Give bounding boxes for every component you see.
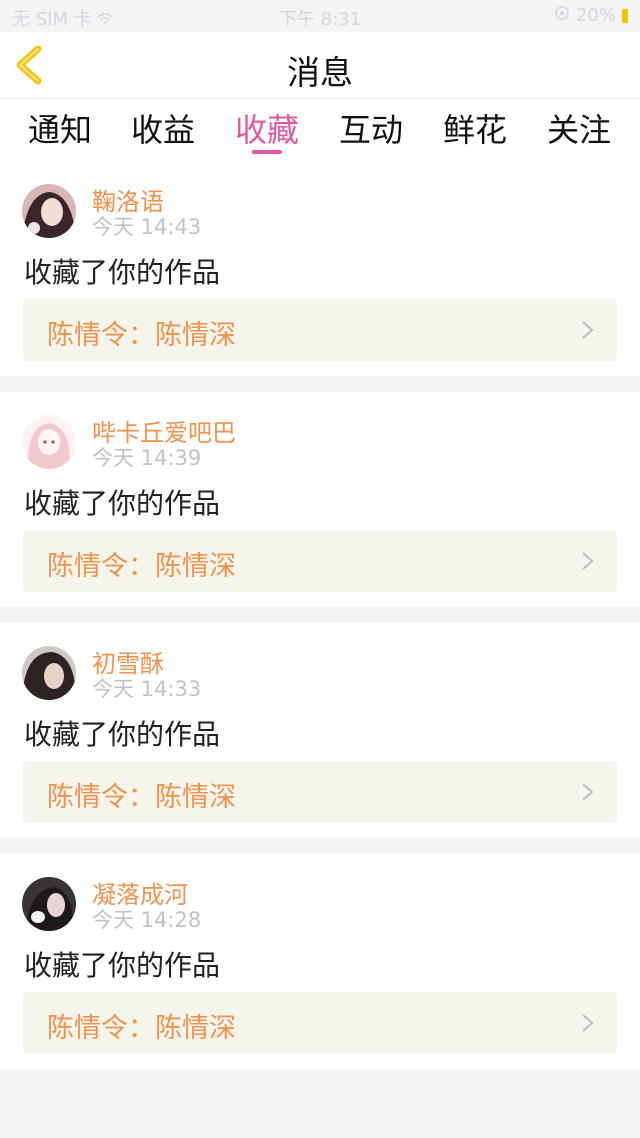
- timestamp: 今天 14:43: [92, 215, 202, 239]
- action-text: 收藏了你的作品: [24, 949, 221, 982]
- timestamp: 今天 14:33: [92, 677, 202, 701]
- active-tab-indicator: [252, 150, 282, 154]
- timestamp: 今天 14:39: [92, 446, 202, 470]
- action-text: 收藏了你的作品: [24, 256, 221, 289]
- work-link[interactable]: 陈情令：陈情深: [23, 299, 617, 361]
- action-text: 收藏了你的作品: [24, 487, 221, 520]
- status-right: 20%: [554, 5, 628, 26]
- tab-flowers[interactable]: 鲜花: [423, 105, 527, 151]
- chevron-right-icon: [582, 321, 594, 339]
- status-time: 下午 8:31: [278, 9, 362, 30]
- tab-notifications[interactable]: 通知: [8, 105, 112, 151]
- work-title: 陈情令：陈情深: [47, 551, 236, 582]
- battery-percent: 20%: [575, 5, 616, 26]
- tab-favorites[interactable]: 收藏: [215, 105, 319, 154]
- chevron-right-icon: [582, 552, 594, 570]
- message-card: 凝落成河 今天 14:28 收藏了你的作品 陈情令：陈情深: [0, 854, 640, 1069]
- work-link[interactable]: 陈情令：陈情深: [23, 530, 617, 592]
- work-title: 陈情令：陈情深: [47, 320, 236, 351]
- work-link[interactable]: 陈情令：陈情深: [23, 761, 617, 823]
- orientation-lock-icon: [554, 5, 570, 26]
- tab-interactions[interactable]: 互动: [319, 105, 423, 151]
- page-title: 消息: [287, 53, 353, 92]
- status-bar: 无 SIM 卡 下午 8:31 20%: [0, 0, 640, 32]
- message-card: 初雪酥 今天 14:33 收藏了你的作品 陈情令：陈情深: [0, 623, 640, 838]
- avatar[interactable]: [22, 415, 76, 469]
- tab-bar: 通知 收益 收藏 互动 鲜花 关注: [0, 99, 640, 161]
- timestamp: 今天 14:28: [92, 908, 202, 932]
- avatar[interactable]: [22, 184, 76, 238]
- avatar[interactable]: [22, 877, 76, 931]
- message-card: 鞠洛语 今天 14:43 收藏了你的作品 陈情令：陈情深: [0, 161, 640, 376]
- nav-bar: 消息: [0, 32, 640, 99]
- action-text: 收藏了你的作品: [24, 718, 221, 751]
- avatar[interactable]: [22, 646, 76, 700]
- tab-follows[interactable]: 关注: [527, 105, 631, 151]
- work-title: 陈情令：陈情深: [47, 1013, 236, 1044]
- message-card: 哔卡丘爱吧巴 今天 14:39 收藏了你的作品 陈情令：陈情深: [0, 392, 640, 607]
- battery-icon: [622, 8, 628, 23]
- chevron-right-icon: [582, 1014, 594, 1032]
- chevron-right-icon: [582, 783, 594, 801]
- tab-favorites-label: 收藏: [234, 111, 299, 149]
- work-link[interactable]: 陈情令：陈情深: [23, 992, 617, 1054]
- tab-earnings[interactable]: 收益: [111, 105, 215, 151]
- work-title: 陈情令：陈情深: [47, 782, 236, 813]
